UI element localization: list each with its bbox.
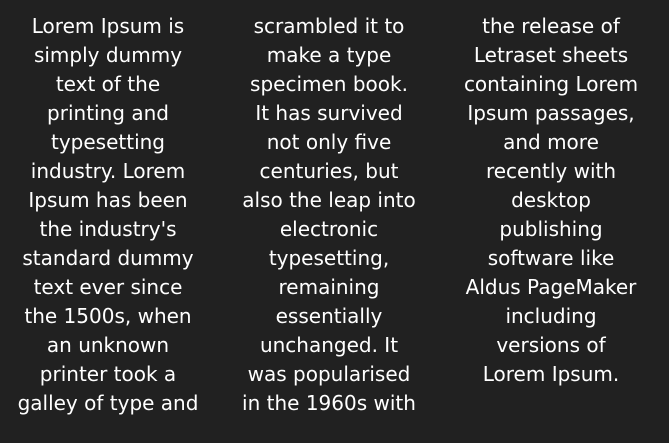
text-line: unchanged. It [259,333,399,357]
text-line: not only five [266,130,392,154]
text-line: Lorem Ipsum. [482,362,620,386]
text-line: specimen book. [250,72,408,96]
text-column-3: the release of Letraset sheets containin… [441,12,661,389]
text-line: remaining [278,275,380,299]
text-line: versions of [496,333,606,357]
text-line: the release of [482,14,620,38]
text-column-1: Lorem Ipsum is simply dummy text of the … [0,12,218,418]
text-line: essentially [275,304,383,328]
text-line: make a type [266,43,392,67]
text-line: industry. Lorem [30,159,186,183]
text-line: publishing [499,217,603,241]
text-line: text ever since [33,275,183,299]
text-line: containing Lorem [463,72,639,96]
text-line: galley of type and [17,391,199,415]
text-line: printing and [47,101,169,125]
text-line: also the leap into [242,188,416,212]
text-line: software like [487,246,615,270]
text-page: Lorem Ipsum is simply dummy text of the … [0,0,669,443]
text-line: Letraset sheets [473,43,629,67]
text-line: Ipsum passages, [467,101,635,125]
text-line: simply dummy [33,43,183,67]
text-line: in the 1960s with [242,391,416,415]
text-line: typesetting [50,130,165,154]
text-line: recently with [485,159,617,183]
text-line: Ipsum has been [28,188,188,212]
text-line: printer took a [39,362,177,386]
text-line: Lorem Ipsum is [31,14,185,38]
text-line: centuries, but [259,159,399,183]
text-line: text of the [55,72,161,96]
text-line: Aldus PageMaker [465,275,637,299]
text-line: was popularised [247,362,411,386]
text-line: the industry's [39,217,177,241]
text-line: electronic [279,217,379,241]
text-line: scrambled it to [253,14,405,38]
text-line: typesetting, [268,246,390,270]
text-line: It has survived [255,101,403,125]
text-line: desktop [511,188,591,212]
text-column-2: scrambled it to make a type specimen boo… [219,12,439,418]
text-line: standard dummy [22,246,194,270]
text-line: an unknown [46,333,170,357]
text-line: and more [503,130,599,154]
text-line: including [505,304,597,328]
text-line: the 1500s, when [24,304,192,328]
